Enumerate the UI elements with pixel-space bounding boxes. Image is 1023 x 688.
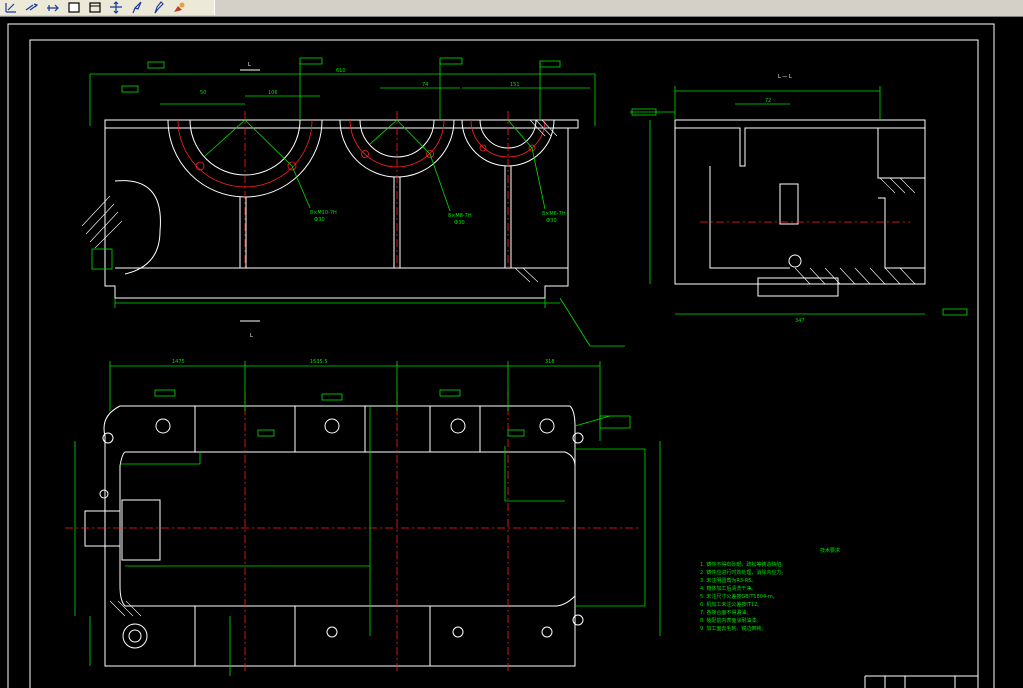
- pen-icon[interactable]: [128, 1, 146, 15]
- dim-front-d1: 50: [200, 90, 206, 96]
- svg-text:610: 610: [336, 68, 346, 74]
- dim-plan-d1: 1475: [172, 359, 185, 365]
- hole-label-3: 8×M6-7H: [542, 211, 566, 217]
- dim-front-d4: 151: [510, 82, 520, 88]
- paint-icon[interactable]: [170, 1, 188, 15]
- tech-req-2: 2. 铸件应进行时效处理，消除内应力。: [700, 569, 786, 576]
- tech-req-9: 9. 加工面去毛刺、锐边倒钝。: [700, 625, 766, 632]
- hole-depth-1: Ф30: [314, 217, 325, 223]
- line-arrow-icon[interactable]: [23, 1, 41, 15]
- square-icon[interactable]: [86, 1, 104, 15]
- dim-front-d3: 74: [422, 82, 428, 88]
- move-icon[interactable]: [107, 1, 125, 15]
- tech-req-7: 7. 各接合面不得漏油。: [700, 609, 751, 616]
- hole-depth-3: Ф30: [546, 218, 557, 224]
- pencil-icon[interactable]: [149, 1, 167, 15]
- dim-plan-d2: 1535.5: [310, 359, 328, 365]
- tech-req-1: 1. 铸件不得有砂眼、疏松等铸造缺陷。: [700, 561, 786, 568]
- side-view: L — L 72 347: [630, 74, 968, 324]
- arrow-icon[interactable]: [44, 1, 62, 15]
- toolbar-group: [0, 0, 215, 15]
- section-mark-top: L: [248, 62, 251, 68]
- tech-req-4: 4. 箱体加工后清洗干净。: [700, 585, 756, 592]
- tech-req-8: 8. 装配前内表面涂耐油漆。: [700, 617, 761, 624]
- tech-req-3: 3. 未注明圆角为R3-R5。: [700, 577, 756, 584]
- drawing-outer-frame: [7, 23, 995, 688]
- section-mark-bottom: L: [250, 333, 253, 339]
- hole-depth-2: Ф30: [454, 220, 465, 226]
- dim-side-b: 347: [795, 318, 805, 324]
- section-view-title: L — L: [778, 74, 792, 80]
- toolbar: [0, 0, 1023, 17]
- title-block: [864, 675, 978, 688]
- rectangle-icon[interactable]: [65, 1, 83, 15]
- tech-req-5: 5. 未注尺寸公差按GB/T1804-m。: [700, 593, 778, 600]
- dim-side-a: 72: [765, 98, 771, 104]
- tech-req-title: 技术要求: [820, 547, 840, 554]
- tech-req-6: 6. 机加工未注公差按IT12。: [700, 601, 762, 608]
- hole-label-2: 8×M8-7H: [448, 213, 472, 219]
- front-view: 610 50 106 74 151 8×M10-7H Ф30 8×M8-7H Ф…: [81, 57, 625, 347]
- tech-requirements: 技术要求 1. 铸件不得有砂眼、疏松等铸造缺陷。 2. 铸件应进行时效处理，消除…: [700, 547, 840, 632]
- hole-label-1: 8×M10-7H: [310, 210, 337, 216]
- cad-canvas[interactable]: 610 50 106 74 151 8×M10-7H Ф30 8×M8-7H Ф…: [0, 16, 1023, 688]
- plan-view: 1475 1535.5 318: [65, 359, 661, 676]
- dimension-icon[interactable]: [2, 1, 20, 15]
- dim-front-d2: 106: [268, 90, 278, 96]
- dim-plan-d3: 318: [545, 359, 555, 365]
